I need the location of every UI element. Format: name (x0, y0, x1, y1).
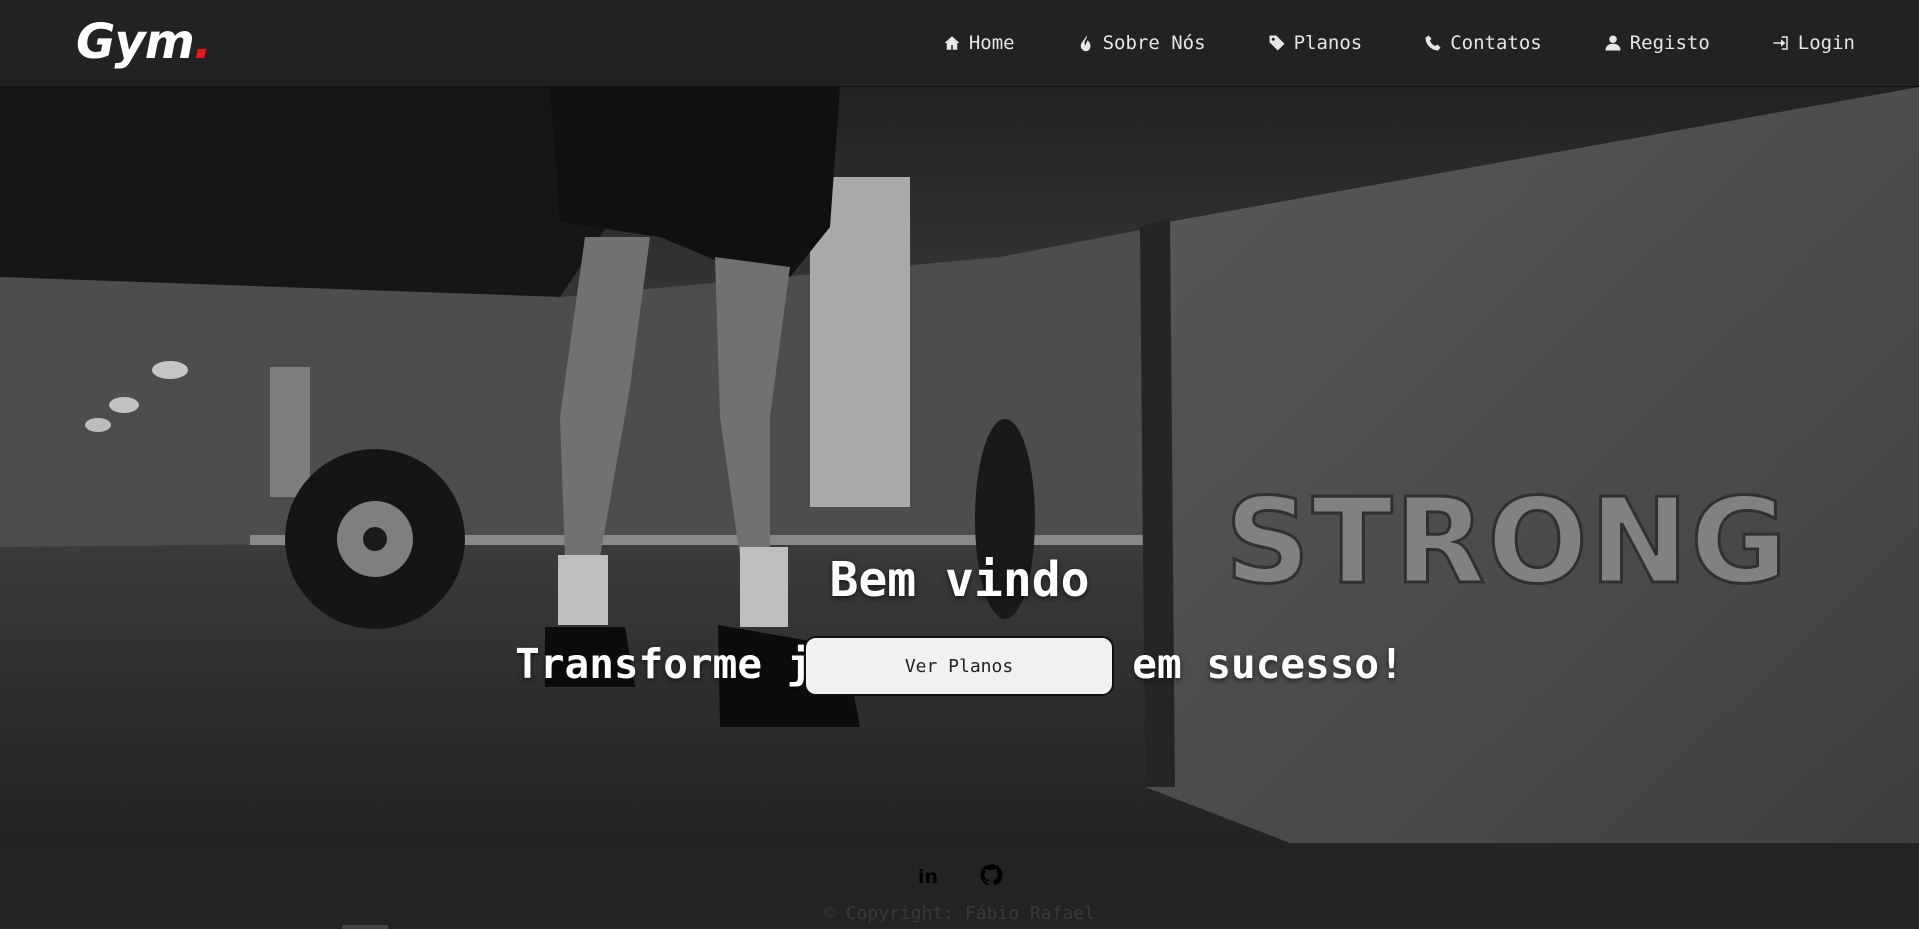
copyright-text: © Copyright: Fábio Rafael (824, 903, 1095, 924)
nav-item-contatos[interactable]: Contatos (1424, 30, 1542, 56)
brand-name: Gym (76, 14, 195, 70)
linkedin-link[interactable]: in (917, 863, 941, 888)
brand-logo[interactable]: Gym. (76, 12, 212, 72)
main-nav: Home Sobre Nós Planos Contatos Registo L… (881, 30, 1855, 56)
nav-item-label: Sobre Nós (1102, 32, 1206, 54)
nav-item-label: Home (968, 32, 1015, 54)
home-icon (944, 36, 960, 50)
hero-section: STRONG Bem vindo Transforme já o seu suo… (0, 87, 1919, 843)
nav-item-label: Registo (1629, 32, 1710, 54)
tag-icon (1269, 35, 1285, 51)
hero-title: Bem vindo (829, 552, 1090, 608)
nav-item-login[interactable]: Login (1772, 30, 1855, 56)
brand-dot: . (193, 14, 212, 70)
linkedin-icon: in (918, 866, 938, 888)
github-icon (979, 864, 1003, 886)
ver-planos-button[interactable]: Ver Planos (804, 636, 1114, 696)
nav-item-planos[interactable]: Planos (1268, 30, 1363, 56)
svg-text:in: in (918, 866, 938, 887)
hero-background-image: STRONG (0, 87, 1919, 843)
social-links: in (0, 863, 1919, 888)
nav-item-registo[interactable]: Registo (1604, 30, 1710, 56)
phone-icon (1425, 35, 1441, 51)
horizontal-scrollbar-thumb[interactable] (342, 925, 388, 929)
top-navbar: Gym. Home Sobre Nós Planos Contatos Regi… (0, 0, 1919, 87)
nav-item-label: Contatos (1450, 32, 1542, 54)
nav-item-label: Login (1797, 32, 1855, 54)
github-link[interactable] (979, 863, 1003, 887)
nav-item-home[interactable]: Home (943, 30, 1015, 56)
fire-icon (1080, 35, 1091, 52)
nav-item-label: Planos (1293, 32, 1363, 54)
user-icon (1605, 35, 1621, 51)
nav-item-sobre-nos[interactable]: Sobre Nós (1077, 30, 1206, 56)
login-icon (1773, 36, 1788, 50)
footer: in © Copyright: Fábio Rafael (0, 843, 1919, 929)
